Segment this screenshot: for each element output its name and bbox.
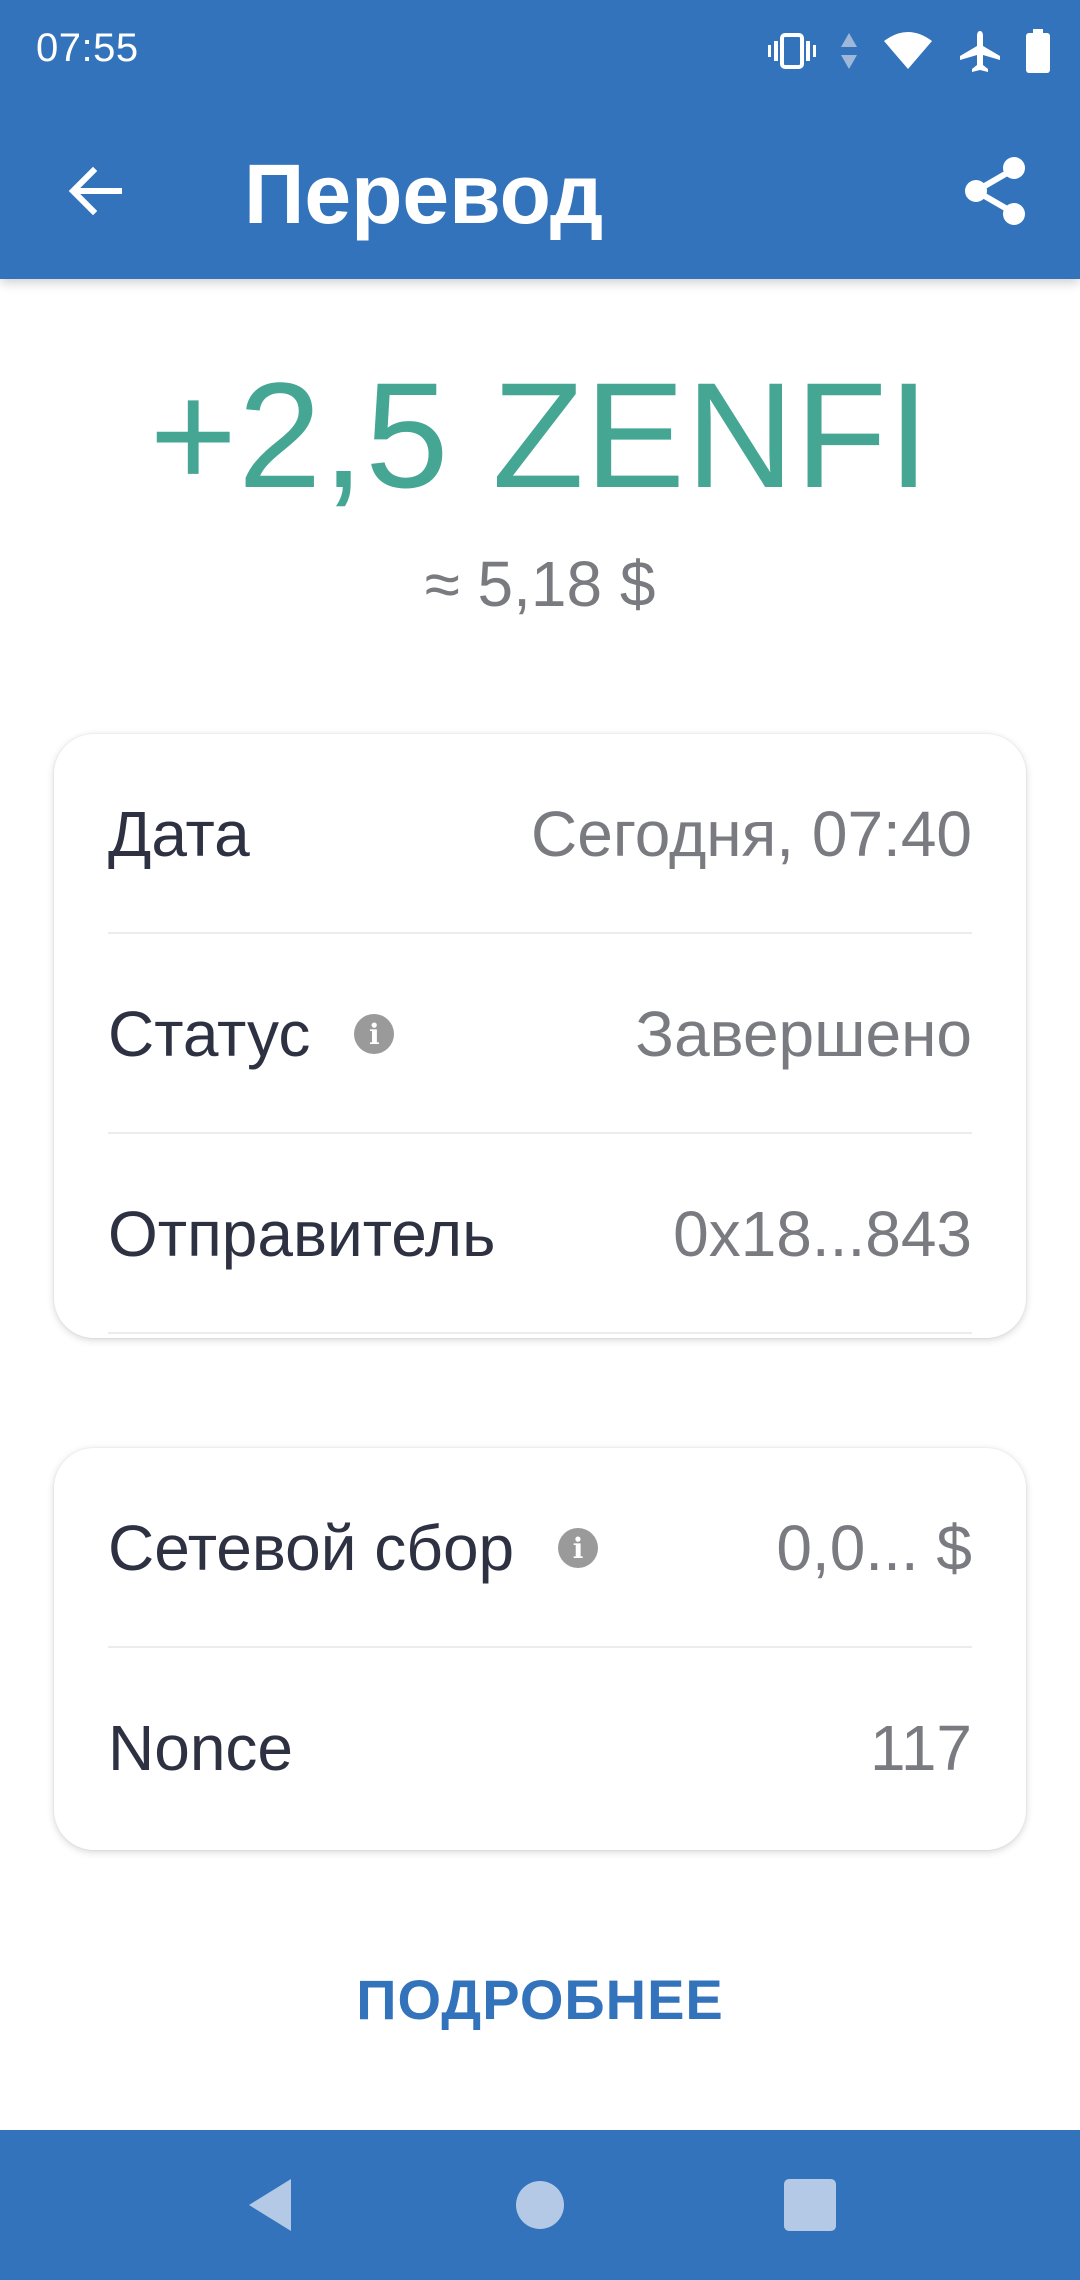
- fiat-equivalent: ≈ 5,18 $: [424, 548, 656, 620]
- status-icons: [768, 26, 1050, 76]
- vibrate-icon: [768, 31, 816, 71]
- nonce-row: Nonce 117: [108, 1648, 972, 1848]
- status-bar: 07:55: [0, 0, 1080, 104]
- network-fee-label: Сетевой сбор: [108, 1512, 515, 1584]
- more-details-button[interactable]: ПОДРОБНЕЕ: [0, 1960, 1080, 2040]
- nonce-label: Nonce: [108, 1712, 293, 1784]
- status-row: Статус i Завершено: [108, 934, 972, 1134]
- recents-square-icon: [784, 2179, 836, 2231]
- airplane-icon: [958, 29, 1002, 73]
- sender-label: Отправитель: [108, 1198, 496, 1270]
- status-value: Завершено: [635, 998, 972, 1070]
- sender-row[interactable]: Отправитель 0x18...843: [108, 1134, 972, 1334]
- network-fee-row: Сетевой сбор i 0,0... $: [108, 1448, 972, 1648]
- network-fee-label-group: Сетевой сбор i: [108, 1511, 599, 1585]
- transaction-details-card: Дата Сегодня, 07:40 Статус i Завершено О…: [54, 734, 1026, 1338]
- back-arrow-icon: [68, 166, 122, 216]
- status-label-group: Статус i: [108, 997, 395, 1071]
- system-nav-bar: [0, 2130, 1080, 2280]
- nav-home-button[interactable]: [460, 2130, 620, 2280]
- nonce-value: 117: [869, 1712, 972, 1784]
- network-fee-info-icon[interactable]: i: [558, 1528, 599, 1568]
- status-label: Статус: [108, 998, 311, 1070]
- status-info-icon[interactable]: i: [354, 1014, 395, 1054]
- nav-back-button[interactable]: [190, 2130, 350, 2280]
- status-time: 07:55: [36, 26, 139, 70]
- share-button[interactable]: [950, 146, 1040, 236]
- battery-icon: [1026, 29, 1050, 73]
- date-value: Сегодня, 07:40: [531, 798, 972, 870]
- network-fee-value: 0,0... $: [776, 1512, 972, 1584]
- back-button[interactable]: [50, 146, 140, 236]
- share-icon: [965, 157, 1025, 225]
- sender-address[interactable]: 0x18...843: [673, 1197, 972, 1271]
- date-row: Дата Сегодня, 07:40: [108, 734, 972, 934]
- wifi-icon: [882, 31, 934, 71]
- home-circle-icon: [516, 2181, 564, 2229]
- transaction-amount: +2,5 ZENFI: [149, 351, 931, 519]
- app-header: 07:55 Перевод: [0, 0, 1080, 279]
- back-triangle-icon: [249, 2179, 291, 2231]
- data-arrows-icon: [840, 31, 858, 71]
- page-title: Перевод: [244, 147, 604, 241]
- fee-details-card: Сетевой сбор i 0,0... $ Nonce 117: [54, 1448, 1026, 1850]
- toolbar: Перевод: [0, 104, 1080, 279]
- nav-recents-button[interactable]: [730, 2130, 890, 2280]
- date-label: Дата: [108, 798, 250, 870]
